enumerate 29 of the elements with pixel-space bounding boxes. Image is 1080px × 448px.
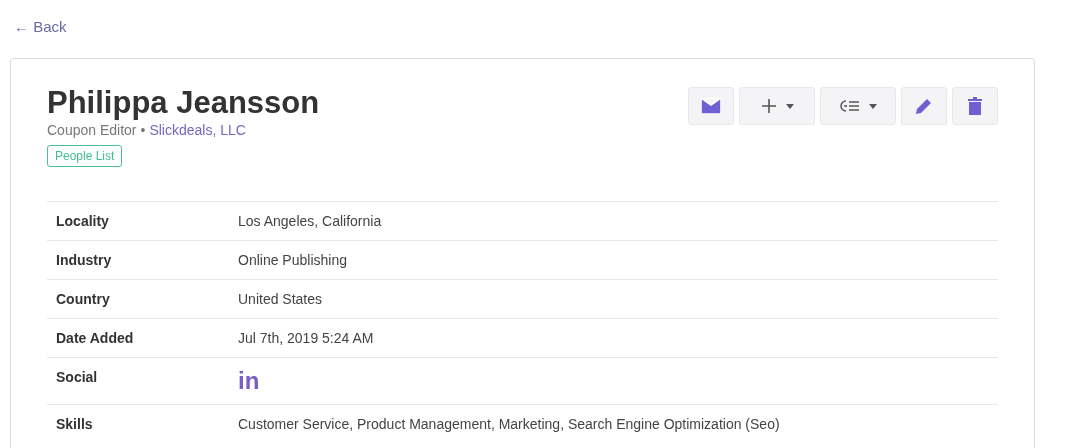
linkedin-link[interactable]: in [238,367,260,394]
delete-button[interactable] [952,87,998,125]
edit-button[interactable] [901,87,947,125]
field-label: Industry [56,252,112,268]
field-value: Los Angeles, California [238,213,382,229]
field-value: Jul 7th, 2019 5:24 AM [238,330,374,346]
list-icon [839,99,860,113]
person-name: Philippa Jeansson [47,85,320,121]
email-button[interactable] [688,87,734,125]
field-value: United States [238,291,323,307]
add-button[interactable] [739,87,815,125]
caret-icon [785,103,794,109]
separator-dot: • [140,122,146,138]
field-label: Social [56,369,98,385]
field-label: Date Added [56,330,134,346]
field-value: Customer Service, Product Management, Marketing, Search Engine Optimization (Seo) [238,416,780,432]
field-label: Country [56,291,110,307]
sequence-button[interactable] [820,87,896,125]
field-label: Locality [56,213,109,229]
pencil-icon [915,97,933,115]
envelope-icon [701,98,721,114]
back-link[interactable]: ← Back [14,18,67,35]
company-link[interactable]: Slickdeals, LLC [149,122,246,138]
field-label: Skills [56,416,93,432]
trash-icon [968,97,982,115]
caret-icon [868,103,877,109]
job-title: Coupon Editor [47,122,137,138]
field-value: Online Publishing [238,252,347,268]
plus-icon [760,98,777,114]
